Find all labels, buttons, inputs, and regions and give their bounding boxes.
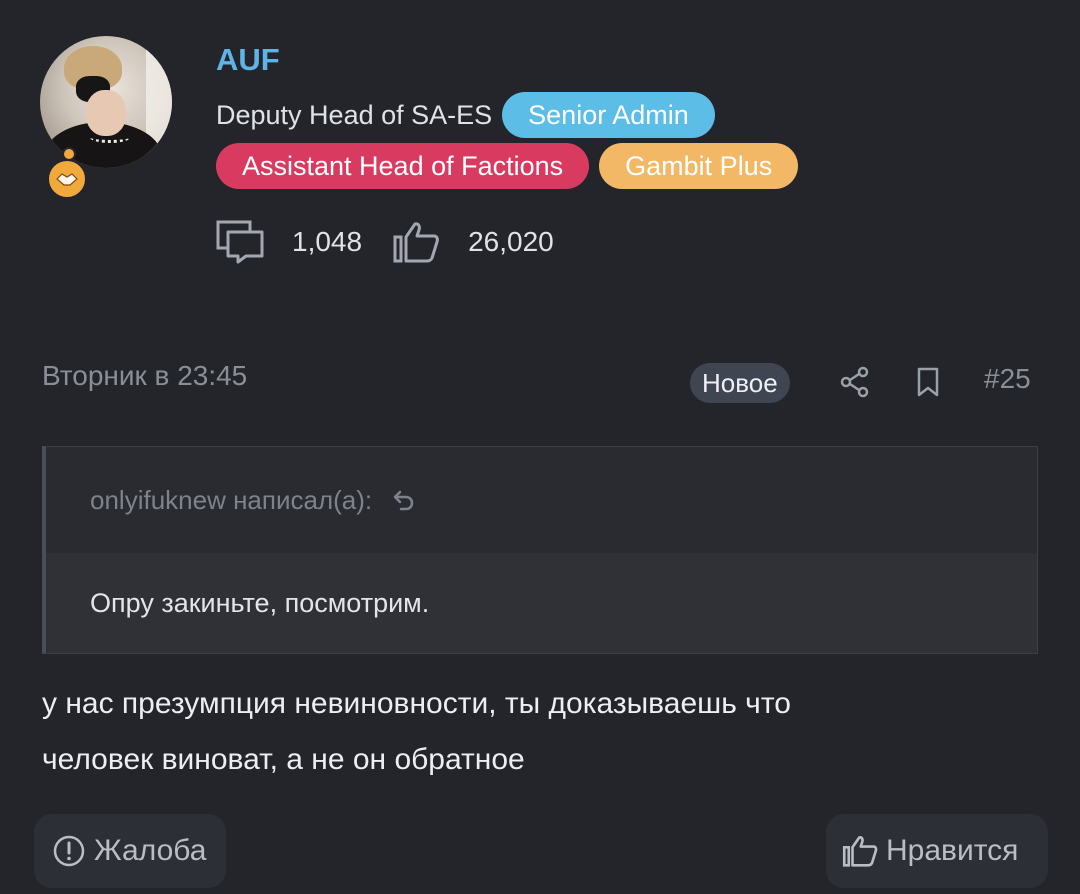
bookmark-icon[interactable] [916,366,940,398]
share-icon[interactable] [840,366,870,398]
post-message: у нас презумпция невиновности, ты доказы… [42,676,1042,788]
tag-senior-admin: Senior Admin [502,92,715,138]
thumbs-up-icon [393,222,439,263]
quote-block: onlyifuknew написал(а): Опру закиньте, п… [42,446,1038,654]
handshake-badge-icon [46,147,88,200]
user-avatar[interactable] [40,36,172,168]
new-badge: Новое [690,363,790,403]
username-link[interactable]: AUF [216,42,280,78]
report-button[interactable]: Жалоба [34,814,226,888]
post-date[interactable]: Вторник в 23:45 [42,360,247,392]
quote-header[interactable]: onlyifuknew написал(а): [46,447,1037,553]
post-number-link[interactable]: #25 [984,363,1031,395]
like-button[interactable]: Нравится [826,814,1048,888]
like-label: Нравится [886,834,1019,867]
thumbs-up-icon [842,836,878,867]
report-label: Жалоба [94,834,207,867]
reactions-count: 26,020 [468,226,554,257]
tag-assistant-head-factions: Assistant Head of Factions [216,143,590,189]
tag-gambit-plus: Gambit Plus [599,143,799,189]
message-line-1: у нас презумпция невиновности, ты доказы… [42,687,791,720]
quote-author[interactable]: onlyifuknew написал(а): [90,485,372,516]
user-title-row: Deputy Head of SA-ES Senior Admin [216,92,715,138]
quote-text: Опру закиньте, посмотрим. [46,553,1037,653]
user-tags: Assistant Head of Factions Gambit Plus [216,143,799,189]
reply-arrow-icon[interactable] [392,488,416,512]
user-stats: 1,048 26,020 [216,220,584,264]
user-title: Deputy Head of SA-ES [216,99,493,130]
messages-count: 1,048 [292,226,363,257]
alert-circle-icon [53,835,85,867]
message-line-2: человек виноват, а не он обратное [42,743,525,776]
messages-icon [216,220,264,264]
